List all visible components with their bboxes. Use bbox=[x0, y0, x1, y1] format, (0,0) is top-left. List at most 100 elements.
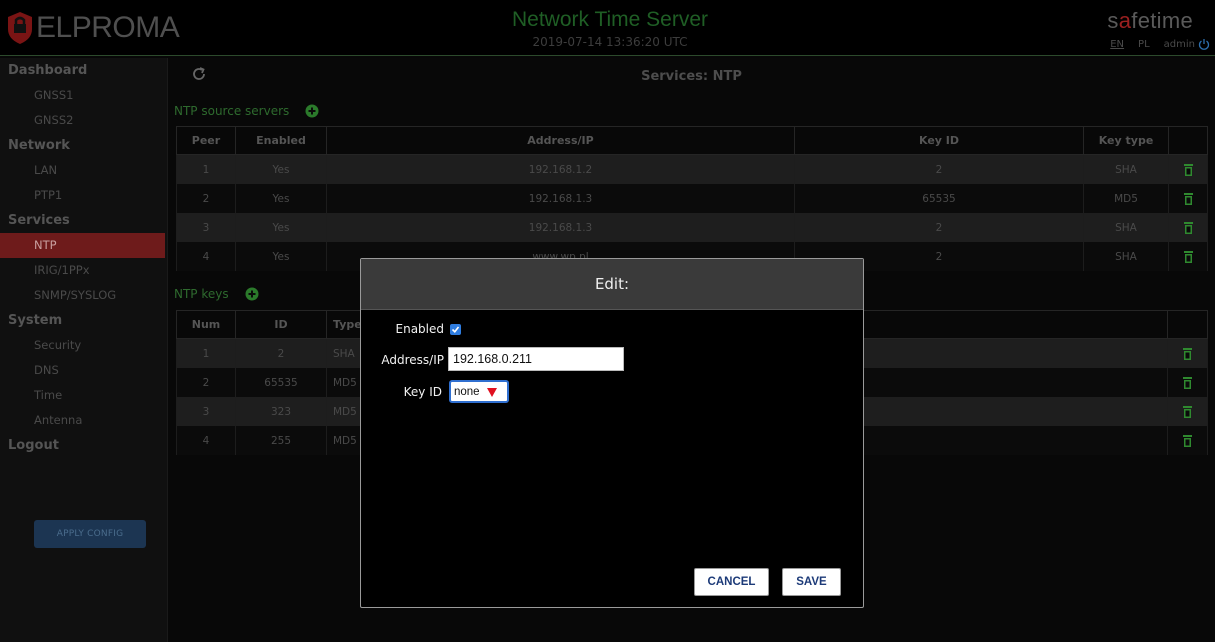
col-header: ID bbox=[235, 310, 327, 339]
nav-item-gnss2[interactable]: GNSS2 bbox=[0, 108, 167, 133]
cancel-button[interactable]: CANCEL bbox=[694, 568, 769, 596]
app-title: Network Time Server bbox=[511, 8, 709, 31]
table-row[interactable]: 1 Yes 192.168.1.2 2 SHA bbox=[176, 154, 1208, 184]
nav-section-dashboard[interactable]: Dashboard bbox=[0, 58, 167, 83]
cell: 3 bbox=[176, 213, 236, 242]
edit-dialog: Edit: Enabled Address/IP Key ID none CAN… bbox=[360, 258, 864, 608]
cell: 3 bbox=[176, 397, 236, 426]
cell: 192.168.1.3 bbox=[326, 184, 795, 213]
sidebar: Dashboard GNSS1 GNSS2 Network LAN PTP1 S… bbox=[0, 58, 168, 642]
enabled-label: Enabled bbox=[395, 322, 445, 336]
app-header: ELPROMA Network Time Server 2019-07-14 1… bbox=[0, 0, 1215, 56]
cell: 65535 bbox=[235, 368, 327, 397]
brand-logo: safetime bbox=[1107, 8, 1193, 34]
cell: 2 bbox=[176, 184, 236, 213]
cell-actions bbox=[1167, 338, 1208, 368]
nav-item-dns[interactable]: DNS bbox=[0, 358, 167, 383]
nav-item-gnss1[interactable]: GNSS1 bbox=[0, 83, 167, 108]
cell: SHA bbox=[1083, 154, 1169, 184]
table-row[interactable]: 2 Yes 192.168.1.3 65535 MD5 bbox=[176, 184, 1208, 213]
lang-pl-link[interactable]: PL bbox=[1138, 39, 1150, 50]
col-header: Peer bbox=[176, 126, 236, 155]
trash-icon[interactable] bbox=[1183, 192, 1193, 205]
user-menu[interactable]: admin bbox=[1164, 38, 1210, 50]
cell-actions bbox=[1167, 368, 1208, 397]
cell-actions bbox=[1167, 426, 1208, 455]
trash-icon[interactable] bbox=[1183, 376, 1192, 389]
cell: 2 bbox=[235, 338, 327, 368]
trash-icon[interactable] bbox=[1183, 221, 1193, 234]
cell: 192.168.1.3 bbox=[326, 213, 795, 242]
sources-header-row: Peer Enabled Address/IP Key ID Key type bbox=[176, 126, 1208, 155]
logo-text: ELPROMA bbox=[36, 11, 180, 44]
nav-item-time[interactable]: Time bbox=[0, 383, 167, 408]
page-title: Services: NTP bbox=[641, 69, 742, 84]
nav-item-snmp[interactable]: SNMP/SYSLOG bbox=[0, 283, 167, 308]
add-source-icon[interactable] bbox=[305, 104, 319, 118]
add-key-icon[interactable] bbox=[245, 287, 259, 301]
cell: Yes bbox=[235, 242, 327, 271]
address-label: Address/IP bbox=[381, 353, 444, 367]
save-button[interactable]: SAVE bbox=[782, 568, 841, 596]
cell: 4 bbox=[176, 242, 236, 271]
cell: 65535 bbox=[794, 184, 1084, 213]
cell: SHA bbox=[1083, 242, 1169, 271]
sources-label: NTP source servers bbox=[174, 104, 290, 118]
cell: 1 bbox=[176, 154, 236, 184]
cell: 255 bbox=[235, 426, 327, 455]
cell: 323 bbox=[235, 397, 327, 426]
nav-logout[interactable]: Logout bbox=[0, 433, 167, 458]
cell: SHA bbox=[1083, 213, 1169, 242]
trash-icon[interactable] bbox=[1183, 163, 1193, 176]
nav-section-system[interactable]: System bbox=[0, 308, 167, 333]
cell-actions bbox=[1167, 397, 1208, 426]
cell: 4 bbox=[176, 426, 236, 455]
nav-item-ptp1[interactable]: PTP1 bbox=[0, 183, 167, 208]
lang-en-link[interactable]: EN bbox=[1110, 39, 1124, 50]
user-name: admin bbox=[1163, 38, 1195, 50]
trash-icon[interactable] bbox=[1183, 250, 1193, 263]
col-header-actions bbox=[1167, 310, 1208, 339]
cell: Yes bbox=[235, 154, 327, 184]
brand-accent: a bbox=[1118, 8, 1132, 33]
trash-icon[interactable] bbox=[1183, 434, 1192, 447]
trash-icon[interactable] bbox=[1183, 347, 1192, 360]
col-header: Address/IP bbox=[326, 126, 795, 155]
nav-section-services[interactable]: Services bbox=[0, 208, 167, 233]
keyid-label: Key ID bbox=[403, 385, 442, 399]
server-datetime: 2019-07-14 13:36:20 UTC bbox=[532, 35, 688, 49]
col-header: Num bbox=[176, 310, 236, 339]
address-input[interactable] bbox=[448, 347, 624, 371]
nav-item-security[interactable]: Security bbox=[0, 333, 167, 358]
nav-item-lan[interactable]: LAN bbox=[0, 158, 167, 183]
shield-logo-icon bbox=[8, 12, 32, 44]
cell: MD5 bbox=[1083, 184, 1169, 213]
keys-section-label: NTP keys bbox=[174, 287, 259, 301]
col-header: Key ID bbox=[794, 126, 1084, 155]
cell: 2 bbox=[794, 154, 1084, 184]
table-row[interactable]: 3 Yes 192.168.1.3 2 SHA bbox=[176, 213, 1208, 242]
cell-actions bbox=[1168, 213, 1208, 242]
language-bar: EN PL admin bbox=[1110, 38, 1210, 50]
cell: 1 bbox=[176, 338, 236, 368]
col-header-actions bbox=[1168, 126, 1208, 155]
apply-config-button[interactable]: APPLY CONFIG bbox=[34, 520, 146, 548]
brand-prefix: s bbox=[1107, 8, 1119, 33]
cell: 192.168.1.2 bbox=[326, 154, 795, 184]
sources-table: Peer Enabled Address/IP Key ID Key type … bbox=[176, 126, 1208, 271]
dropdown-caret-icon bbox=[486, 387, 497, 397]
col-header: Key type bbox=[1083, 126, 1169, 155]
trash-icon[interactable] bbox=[1183, 405, 1192, 418]
col-header: Enabled bbox=[235, 126, 327, 155]
enabled-checkbox[interactable] bbox=[450, 324, 461, 335]
power-icon[interactable] bbox=[1198, 38, 1210, 50]
keyid-value: none bbox=[454, 385, 480, 398]
keyid-select[interactable]: none bbox=[449, 380, 509, 403]
logo: ELPROMA bbox=[6, 8, 180, 48]
keys-label: NTP keys bbox=[174, 287, 229, 301]
nav-item-irig[interactable]: IRIG/1PPx bbox=[0, 258, 167, 283]
cell-actions bbox=[1168, 154, 1208, 184]
nav-section-network[interactable]: Network bbox=[0, 133, 167, 158]
nav-item-ntp[interactable]: NTP bbox=[0, 233, 165, 258]
nav-item-antenna[interactable]: Antenna bbox=[0, 408, 167, 433]
